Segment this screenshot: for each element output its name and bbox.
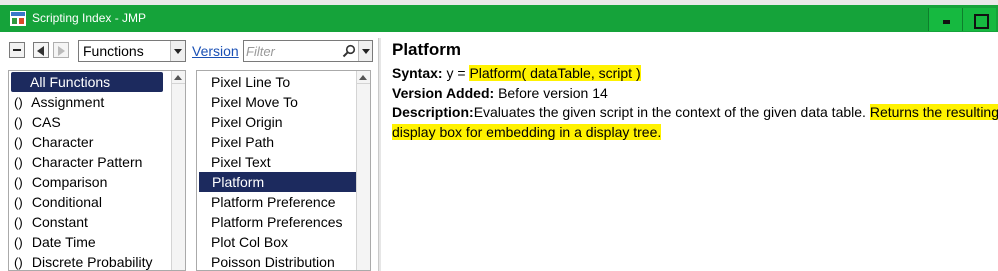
function-item[interactable]: Pixel Line To	[197, 72, 360, 92]
function-list[interactable]: Pixel Line To Pixel Move To Pixel Origin…	[196, 70, 371, 271]
title-bar: Scripting Index - JMP	[0, 5, 998, 32]
function-item-selected[interactable]: Platform	[199, 172, 359, 192]
syntax-prefix: y =	[446, 65, 470, 81]
minimize-icon[interactable]	[928, 8, 962, 31]
function-title: Platform	[392, 40, 461, 59]
maximize-icon[interactable]	[962, 8, 996, 31]
chevron-down-icon[interactable]	[170, 41, 185, 61]
syntax-code: Platform( dataTable, script )	[469, 65, 641, 81]
filter-options-chevron-down-icon[interactable]	[358, 41, 372, 61]
function-item[interactable]: Plot Col Box	[197, 232, 360, 252]
description-label: Description:	[392, 104, 474, 120]
version-link[interactable]: Version	[192, 43, 239, 59]
category-item[interactable]: () Conditional	[9, 192, 164, 212]
scroll-up-icon[interactable]	[357, 71, 370, 84]
search-icon[interactable]	[342, 44, 356, 58]
category-item[interactable]: () Character	[9, 132, 164, 152]
function-item[interactable]: Pixel Origin	[197, 112, 360, 132]
category-item[interactable]: () CAS	[9, 112, 164, 132]
syntax-line: Syntax: y = Platform( dataTable, script …	[392, 65, 641, 81]
scroll-up-icon[interactable]	[172, 71, 185, 84]
syntax-label: Syntax:	[392, 65, 443, 81]
pane-splitter[interactable]	[378, 38, 381, 271]
forward-arrow-icon[interactable]	[53, 42, 69, 58]
function-item[interactable]: Poisson Distribution	[197, 252, 360, 270]
collapse-icon[interactable]	[9, 42, 25, 58]
version-value: Before version 14	[498, 85, 608, 101]
description-line: Description:Evaluates the given script i…	[392, 104, 998, 120]
function-item[interactable]: Pixel Move To	[197, 92, 360, 112]
filter-box[interactable]	[243, 40, 373, 62]
app-icon	[10, 11, 26, 26]
category-item[interactable]: () Assignment	[9, 92, 164, 112]
version-line: Version Added: Before version 14	[392, 85, 608, 101]
category-item[interactable]: () Character Pattern	[9, 152, 164, 172]
category-item[interactable]: () Date Time	[9, 232, 164, 252]
category-list[interactable]: All Functions () Assignment () CAS () Ch…	[8, 70, 186, 271]
category-item[interactable]: () Constant	[9, 212, 164, 232]
description-highlight: Returns the resulting	[869, 104, 998, 120]
category-scrollbar[interactable]	[171, 71, 185, 270]
function-item[interactable]: Pixel Path	[197, 132, 360, 152]
description-text: Evaluates the given script in the contex…	[473, 104, 870, 120]
function-item[interactable]: Pixel Text	[197, 152, 360, 172]
filter-input[interactable]	[246, 43, 338, 59]
description-highlight-2: display box for embedding in a display t…	[392, 124, 662, 140]
window-title: Scripting Index - JMP	[32, 11, 147, 25]
category-item-all-functions[interactable]: All Functions	[11, 72, 163, 92]
function-scrollbar[interactable]	[356, 71, 370, 270]
back-arrow-icon[interactable]	[33, 42, 49, 58]
version-label: Version Added:	[392, 85, 495, 101]
category-item[interactable]: () Comparison	[9, 172, 164, 192]
function-item[interactable]: Platform Preferences	[197, 212, 360, 232]
description-line-2: display box for embedding in a display t…	[392, 124, 662, 140]
dropdown-value: Functions	[83, 43, 144, 59]
index-type-dropdown[interactable]: Functions	[78, 40, 186, 62]
category-item[interactable]: () Discrete Probability	[9, 252, 164, 270]
scripting-index-panel: Functions Version All Functions () Assig…	[0, 32, 998, 271]
function-item[interactable]: Platform Preference	[197, 192, 360, 212]
